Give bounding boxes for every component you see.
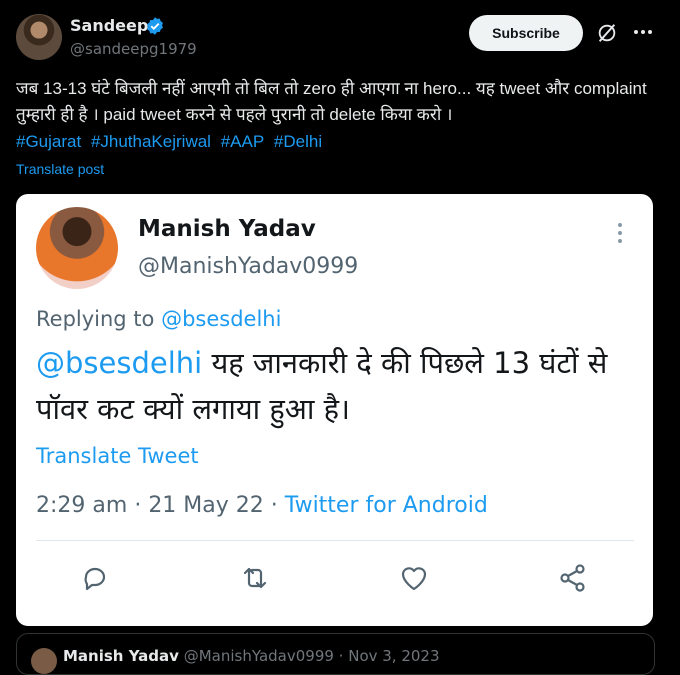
hashtag-link[interactable]: #Delhi <box>274 132 322 151</box>
post-author-name[interactable]: Sandeep <box>70 16 148 35</box>
embedded-tweet-text: @bsesdelhi यह जानकारी दे की पिछले 13 घंट… <box>36 340 636 432</box>
tweet-mention: @bsesdelhi <box>36 346 203 380</box>
grok-icon[interactable] <box>596 22 618 44</box>
meta-separator: · <box>134 493 142 518</box>
replying-mention: @bsesdelhi <box>161 307 282 331</box>
retweet-icon <box>243 567 267 589</box>
quoted-meta: @ManishYadav0999 · Nov 3, 2023 <box>183 647 440 665</box>
hashtag-link[interactable]: #Gujarat <box>16 132 81 151</box>
tweet-meta: 2:29 am · 21 May 22 · Twitter for Androi… <box>36 493 488 518</box>
embedded-author-handle: @ManishYadav0999 <box>138 254 359 279</box>
post-text: जब 13-13 घंटे बिजली नहीं आएगी तो बिल तो … <box>16 79 647 124</box>
tweet-source: Twitter for Android <box>284 493 488 518</box>
quoted-post-preview[interactable]: Manish Yadav @ManishYadav0999 · Nov 3, 2… <box>16 633 655 675</box>
post-author-avatar[interactable] <box>16 14 62 60</box>
embedded-more-icon <box>618 223 622 243</box>
replying-to-line: Replying to @bsesdelhi <box>36 307 281 331</box>
tweet-time: 2:29 am <box>36 493 128 518</box>
quoted-name: Manish Yadav <box>63 647 179 665</box>
replying-prefix: Replying to <box>36 307 155 331</box>
verified-badge-icon <box>147 17 163 35</box>
subscribe-button[interactable]: Subscribe <box>469 15 583 51</box>
translate-post-link[interactable]: Translate post <box>16 161 104 177</box>
hashtag-link[interactable]: #JhuthaKejriwal <box>91 132 211 151</box>
embedded-author-name: Manish Yadav <box>138 216 316 242</box>
more-icon[interactable] <box>633 24 653 40</box>
quoted-avatar <box>31 648 57 674</box>
tweet-date: 21 May 22 <box>148 493 264 518</box>
embedded-tweet-card[interactable]: Manish Yadav @ManishYadav0999 Replying t… <box>16 194 653 626</box>
post-author-handle[interactable]: @sandeepg1979 <box>70 40 197 58</box>
share-icon <box>560 564 585 592</box>
hashtag-link[interactable]: #AAP <box>221 132 264 151</box>
post-hashtags: #Gujarat #JhuthaKejriwal #AAP #Delhi <box>16 132 327 152</box>
meta-separator: · <box>270 493 278 518</box>
embedded-author-avatar <box>36 207 118 289</box>
reply-icon <box>84 567 106 591</box>
quoted-header: Manish Yadav @ManishYadav0999 · Nov 3, 2… <box>63 647 440 665</box>
like-icon <box>401 567 427 591</box>
action-divider <box>36 540 634 541</box>
translate-tweet-link: Translate Tweet <box>36 444 199 468</box>
